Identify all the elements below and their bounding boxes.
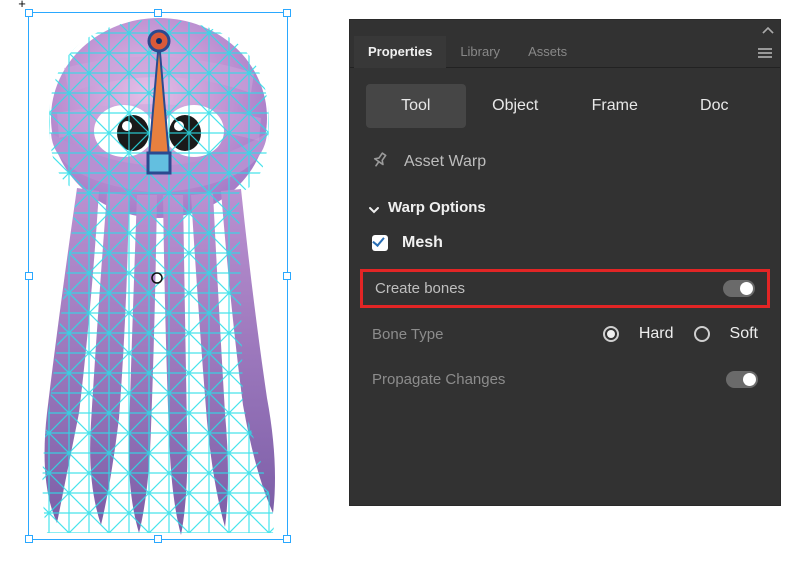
mode-tab-tool[interactable]: Tool	[366, 84, 466, 128]
scale-handle-t[interactable]	[154, 9, 162, 17]
warped-asset-jellyfish[interactable]	[29, 13, 289, 541]
bone-type-label: Bone Type	[372, 326, 603, 343]
create-bones-toggle[interactable]	[723, 280, 755, 297]
bone-type-soft-label: Soft	[730, 325, 758, 343]
propagate-toggle[interactable]	[726, 371, 758, 388]
bone-type-row: Bone Type Hard Soft	[350, 311, 780, 357]
mesh-checkbox[interactable]	[372, 235, 388, 251]
tab-properties[interactable]: Properties	[354, 36, 446, 68]
tab-library[interactable]: Library	[446, 36, 514, 68]
mesh-row: Mesh	[350, 228, 780, 266]
bone-type-soft-radio[interactable]	[694, 326, 710, 342]
create-bones-row: Create bones	[360, 269, 770, 308]
section-title: Warp Options	[388, 199, 486, 216]
bone-type-hard-label: Hard	[639, 325, 674, 343]
scale-handle-tl[interactable]	[25, 9, 33, 17]
propagate-label: Propagate Changes	[372, 371, 726, 388]
warp-options-header[interactable]: Warp Options	[350, 189, 780, 228]
panel-collapse-icon[interactable]	[762, 22, 774, 37]
scale-handle-br[interactable]	[283, 535, 291, 543]
scale-handle-r[interactable]	[283, 272, 291, 280]
panel-menu-icon[interactable]	[754, 44, 776, 59]
propagate-row: Propagate Changes	[350, 357, 780, 398]
current-tool-row: Asset Warp	[350, 138, 780, 189]
mode-tab-object[interactable]: Object	[466, 84, 566, 128]
tab-assets[interactable]: Assets	[514, 36, 581, 68]
scale-handle-bl[interactable]	[25, 535, 33, 543]
mode-tab-frame[interactable]: Frame	[565, 84, 665, 128]
pin-icon[interactable]	[372, 152, 388, 171]
scale-handle-tr[interactable]	[283, 9, 291, 17]
bone-type-hard-radio[interactable]	[603, 326, 619, 342]
mode-tab-bar: Tool Object Frame Doc	[350, 68, 780, 138]
create-bones-label: Create bones	[375, 280, 723, 297]
properties-panel: Properties Library Assets Tool Object Fr…	[350, 20, 780, 505]
panel-tab-bar: Properties Library Assets	[350, 36, 780, 68]
scale-handle-l[interactable]	[25, 272, 33, 280]
mode-tab-doc[interactable]: Doc	[665, 84, 765, 128]
tool-name-label: Asset Warp	[404, 153, 486, 171]
stage-canvas[interactable]: +	[28, 12, 288, 540]
scale-handle-b[interactable]	[154, 535, 162, 543]
selection-bounds[interactable]	[28, 12, 288, 540]
mesh-label: Mesh	[402, 234, 758, 252]
chevron-down-icon	[368, 203, 378, 213]
